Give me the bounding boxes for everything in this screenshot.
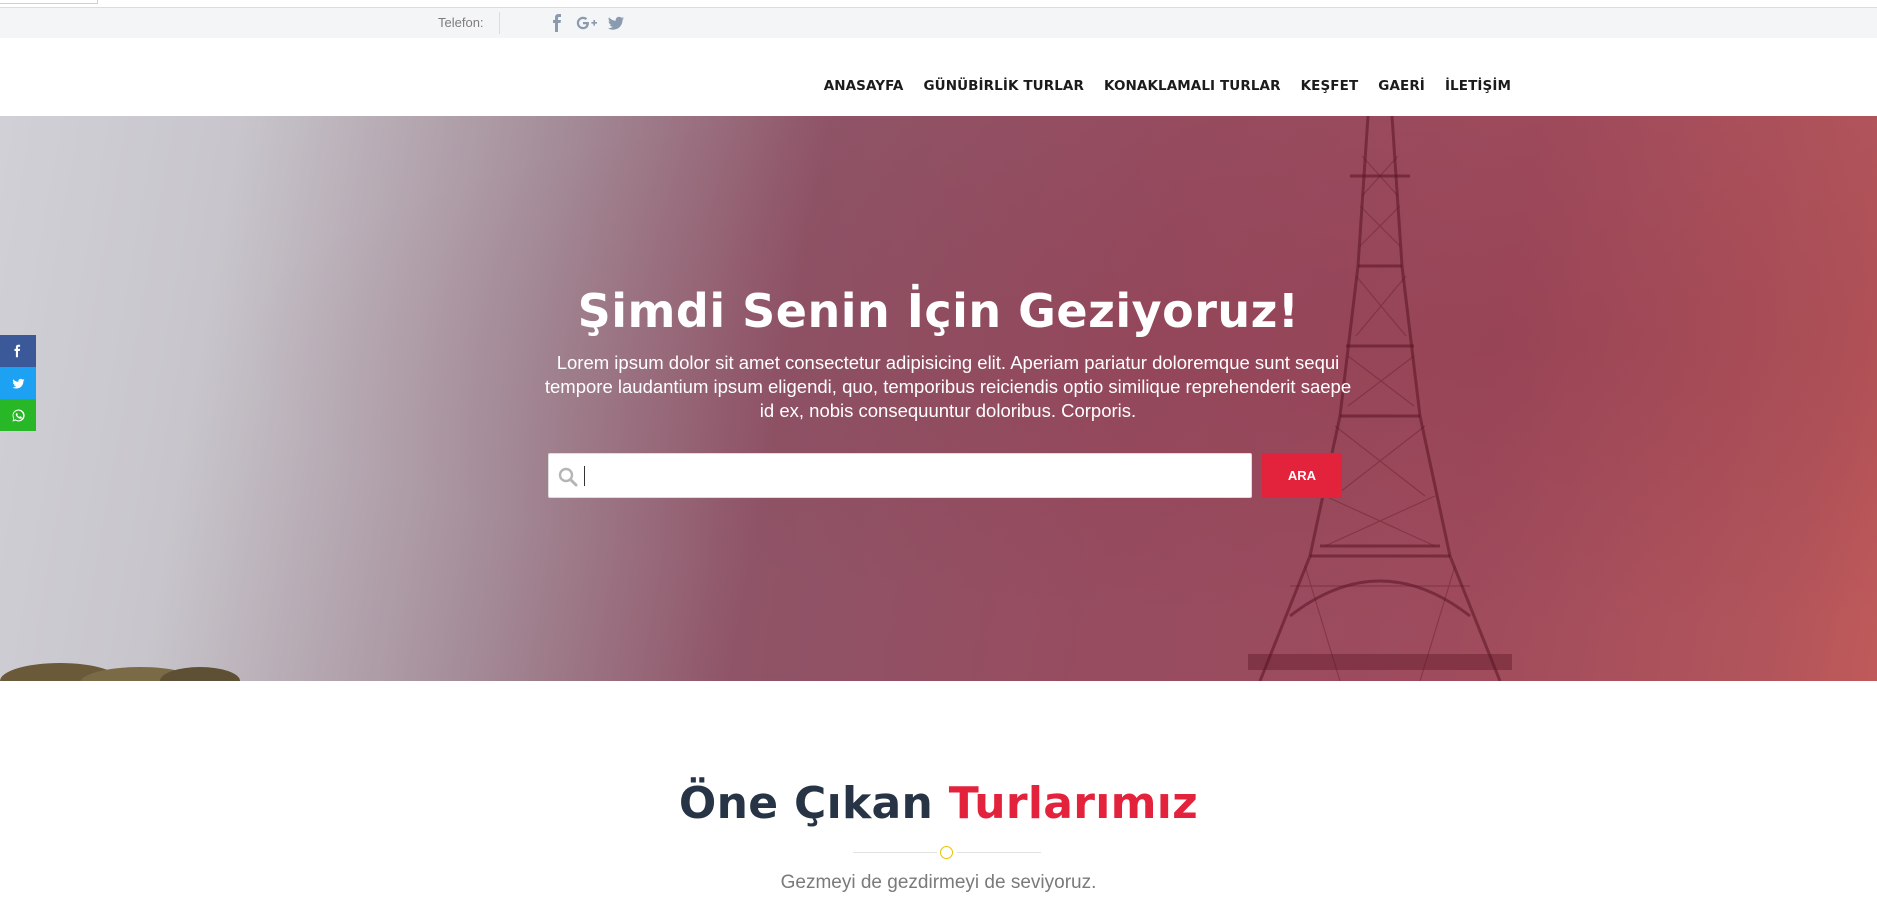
share-whatsapp-button[interactable] <box>0 399 36 431</box>
search-box <box>548 453 1252 498</box>
site-header: ANASAYFA GÜNÜBİRLİK TURLAR KONAKLAMALI T… <box>0 38 1877 116</box>
twitter-icon[interactable] <box>606 13 626 33</box>
title-separator <box>853 845 1041 859</box>
browser-top-strip <box>0 0 1877 8</box>
share-facebook-button[interactable] <box>0 335 36 367</box>
topbar-divider <box>499 12 500 34</box>
featured-title-accent: Turlarımız <box>948 778 1199 829</box>
search-button[interactable]: ARA <box>1262 453 1342 498</box>
nav-item-kesfet[interactable]: KEŞFET <box>1301 78 1359 94</box>
separator-line-left <box>853 852 937 853</box>
whatsapp-icon <box>12 408 25 421</box>
featured-title-main: Öne Çıkan <box>678 778 934 829</box>
top-tab <box>0 0 98 4</box>
facebook-icon[interactable] <box>548 13 568 33</box>
phone-label: Telefon: <box>438 15 484 30</box>
nav-item-konaklamali-turlar[interactable]: KONAKLAMALI TURLAR <box>1104 78 1281 94</box>
search-input[interactable] <box>583 456 1243 496</box>
hero-banner: Şimdi Senin İçin Geziyoruz! Lorem ipsum … <box>0 116 1877 681</box>
hero-title: Şimdi Senin İçin Geziyoruz! <box>577 284 1300 338</box>
nav-item-anasayfa[interactable]: ANASAYFA <box>824 78 904 94</box>
main-nav: ANASAYFA GÜNÜBİRLİK TURLAR KONAKLAMALI T… <box>804 78 1511 94</box>
share-twitter-button[interactable] <box>0 367 36 399</box>
featured-tours-title: Öne Çıkan Turlarımız <box>0 778 1877 829</box>
text-caret <box>584 466 585 486</box>
facebook-icon <box>14 344 21 358</box>
separator-dot <box>940 846 953 859</box>
top-info-bar: Telefon: <box>0 8 1877 38</box>
separator-line-right <box>957 852 1041 853</box>
featured-subtitle: Gezmeyi de gezdirmeyi de seviyoruz. <box>780 872 1097 893</box>
search-icon <box>558 467 578 487</box>
google-plus-icon[interactable] <box>575 13 599 33</box>
twitter-icon <box>12 378 24 389</box>
nav-item-galeri[interactable]: GAERİ <box>1378 78 1425 94</box>
trees-image <box>0 663 240 681</box>
nav-item-iletisim[interactable]: İLETİŞİM <box>1445 78 1511 94</box>
nav-item-gunubirlik-turlar[interactable]: GÜNÜBİRLİK TURLAR <box>923 78 1084 94</box>
hero-lead-text: Lorem ipsum dolor sit amet consectetur a… <box>544 352 1352 421</box>
